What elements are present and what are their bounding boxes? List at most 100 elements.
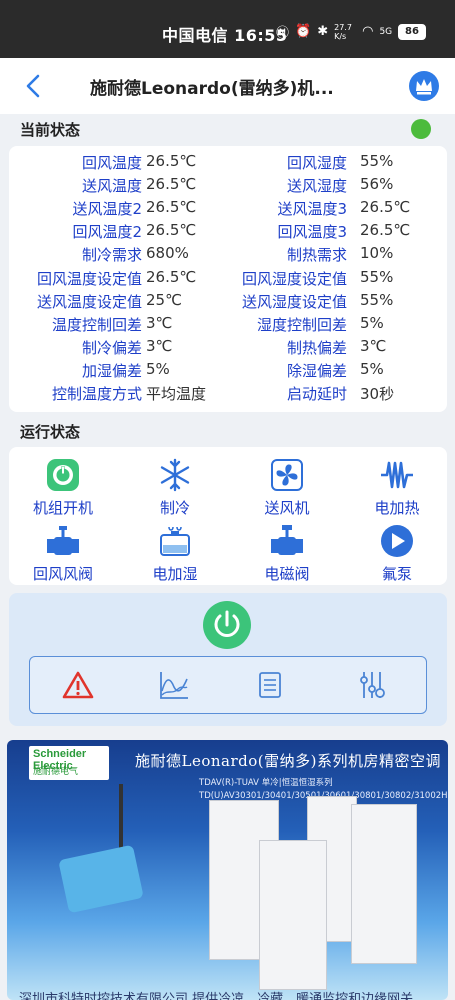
run-item-cooling: 制冷 [125, 457, 225, 518]
solenoid-valve-icon [271, 525, 303, 555]
network-speed: 27.7 K/s [334, 22, 352, 41]
param-value: 平均温度 [146, 385, 207, 403]
run-item-label: 机组开机 [32, 499, 93, 517]
param-value: 55% [360, 290, 394, 309]
param-label: 温度控制回差 [51, 315, 142, 334]
current-status-heading: 当前状态 [20, 121, 81, 139]
ac-cabinet-image [351, 804, 417, 964]
fan-icon [271, 459, 303, 491]
snowflake-icon [160, 458, 190, 492]
valve-icon [47, 526, 79, 555]
param-value: 5% [146, 359, 170, 378]
run-item-return-air-damper: 回风风阀 [13, 523, 113, 584]
run-item-label: 电磁阀 [264, 565, 310, 583]
param-row: 制冷偏差 3℃ 制热偏差 3℃ [9, 337, 447, 359]
param-value: 3℃ [146, 336, 173, 355]
carrier-time: 中国电信 16:55 [162, 26, 288, 45]
schneider-logo: Schneider Electric 施耐德电气 [29, 746, 109, 780]
param-label: 送风温度3 [277, 200, 347, 219]
param-row: 温度控制回差 3℃ 湿度控制回差 5% [9, 314, 447, 336]
param-value: 26.5℃ [146, 152, 197, 170]
run-item-label: 送风机 [264, 499, 310, 517]
param-value: 26.5℃ [146, 267, 197, 286]
run-item-label: 氟泵 [381, 565, 412, 583]
wifi-icon: ◠ [362, 24, 374, 39]
run-item-label: 电加湿 [152, 565, 198, 583]
run-item-label: 电加热 [374, 499, 420, 517]
bluetooth-icon: ✱ [317, 24, 329, 39]
app-header: 施耐德Leonardo(雷纳多)机... [0, 58, 455, 114]
page-title: 施耐德Leonardo(雷纳多)机... [90, 79, 334, 99]
alarm-icon[interactable] [62, 669, 94, 701]
param-row: 制冷需求 680% 制热需求 10% [9, 244, 447, 266]
run-item-fluorine-pump: 氟泵 [347, 523, 447, 584]
param-value: 56% [360, 175, 394, 194]
param-label: 回风湿度设定值 [241, 269, 347, 288]
antenna-image [119, 784, 123, 856]
run-item-solenoid-valve: 电磁阀 [237, 523, 337, 584]
run-item-electric-heating: 电加热 [347, 457, 447, 518]
heater-icon [381, 461, 413, 489]
param-value: 3℃ [146, 313, 173, 332]
param-label: 回风温度设定值 [36, 269, 142, 288]
param-label: 送风温度2 [72, 200, 142, 219]
crown-icon[interactable] [409, 71, 439, 101]
banner-subtitle-1: TDAV(R)-TUAV 单冷|恒温恒湿系列 [199, 778, 333, 788]
param-row: 送风温度2 26.5℃ 送风温度3 26.5℃ [9, 198, 447, 220]
banner-title: 施耐德Leonardo(雷纳多)系列机房精密空调 [135, 752, 441, 770]
param-row: 回风温度 26.5℃ 回风湿度 55% [9, 152, 447, 174]
ac-cabinet-image [259, 840, 327, 990]
param-row: 送风温度设定值 25℃ 送风湿度设定值 55% [9, 291, 447, 313]
list-icon[interactable] [254, 669, 286, 701]
param-label: 控制温度方式 [51, 385, 142, 403]
param-label: 回风温度 [81, 154, 142, 172]
param-label: 回风湿度 [286, 154, 347, 172]
params-card: 回风温度 26.5℃ 回风湿度 55% 送风温度 26.5℃ 送风湿度 56% 送风温度2 26.… [9, 146, 447, 412]
param-label: 制冷需求 [81, 246, 142, 265]
param-value: 26.5℃ [360, 198, 411, 217]
status-icons: Ⓝ ⏰ ✱ 27.7 K/s ◠ 5G ▮ [276, 22, 405, 42]
param-label: 制冷偏差 [81, 338, 142, 357]
alarm-clock-icon: ⏰ [295, 24, 312, 39]
param-label: 制热偏差 [286, 338, 347, 357]
brand-subname: 施耐德电气 [33, 767, 79, 777]
param-label: 制热需求 [286, 246, 347, 265]
run-item-label: 回风风阀 [32, 565, 93, 583]
function-toolbar [29, 656, 427, 714]
humidifier-icon [160, 526, 190, 556]
chart-icon[interactable] [158, 669, 190, 701]
control-panel [9, 593, 447, 726]
param-value: 10% [360, 244, 394, 263]
run-item-label: 制冷 [159, 499, 190, 517]
param-value: 26.5℃ [146, 221, 197, 240]
param-value: 30秒 [360, 385, 395, 403]
back-arrow-icon[interactable] [22, 72, 46, 100]
power-on-icon [47, 459, 79, 491]
param-row: 加湿偏差 5% 除湿偏差 5% [9, 360, 447, 382]
param-value: 25℃ [146, 290, 182, 309]
param-label: 回风温度3 [277, 223, 347, 242]
run-status-card: 机组开机 制冷 送风机 电加热 回风风阀 电加湿 电磁阀 氟泵 [9, 447, 447, 585]
run-item-electric-humidifier: 电加湿 [125, 523, 225, 584]
param-value: 26.5℃ [360, 221, 411, 240]
pump-icon [381, 525, 413, 557]
nfc-icon: Ⓝ [276, 26, 290, 41]
param-value: 55% [360, 152, 394, 170]
param-value: 26.5℃ [146, 198, 197, 217]
param-value: 5% [360, 313, 384, 332]
param-row: 控制温度方式 平均温度 启动延时 30秒 [9, 383, 447, 405]
param-label: 送风温度设定值 [36, 292, 142, 311]
product-banner[interactable]: Schneider Electric 施耐德电气 施耐德Leonardo(雷纳多… [7, 740, 448, 1000]
param-value: 5% [360, 359, 384, 378]
system-status-bar: 中国电信 16:55 Ⓝ ⏰ ✱ 27.7 K/s ◠ 5G ▮ 86 [0, 0, 455, 58]
param-label: 启动延时 [286, 385, 347, 403]
settings-icon[interactable] [356, 669, 388, 701]
param-label: 送风温度 [81, 177, 142, 196]
run-status-heading: 运行状态 [20, 423, 81, 441]
power-icon [214, 610, 240, 637]
battery-indicator: 86 [398, 24, 426, 40]
power-button[interactable] [203, 601, 251, 649]
param-value: 680% [146, 244, 189, 263]
param-row: 送风温度 26.5℃ 送风湿度 56% [9, 175, 447, 197]
online-status-indicator [411, 119, 431, 139]
